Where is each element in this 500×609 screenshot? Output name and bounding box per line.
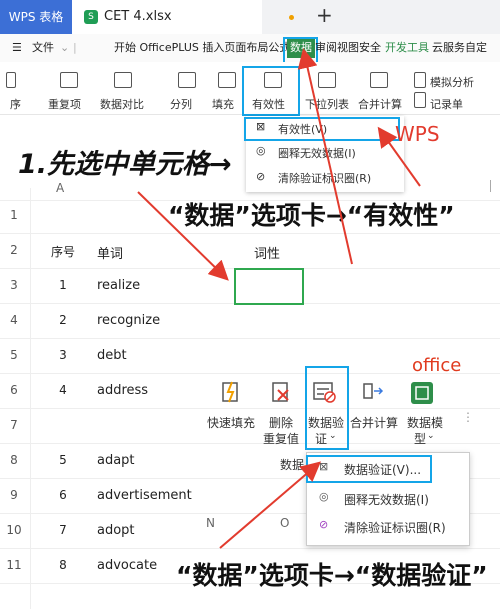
arrow-to-validity: [377, 126, 421, 187]
arrow-to-data-tab: [297, 48, 353, 265]
annotation-arrows: [137, 48, 421, 549]
arrow-to-cell: [137, 191, 229, 281]
arrow-to-validation: [219, 461, 322, 549]
